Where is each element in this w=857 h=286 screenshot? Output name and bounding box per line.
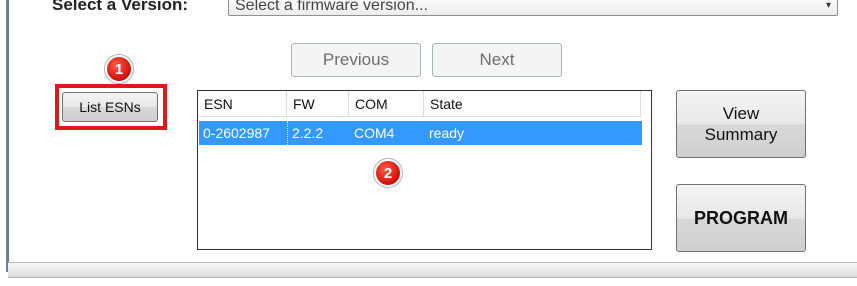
next-button[interactable]: Next <box>432 43 562 77</box>
firmware-version-select[interactable]: Select a firmware version... ▾ <box>228 0 838 16</box>
list-esns-button[interactable]: List ESNs <box>62 92 158 122</box>
cell-com: COM4 <box>354 125 395 141</box>
column-header-state[interactable]: State <box>424 91 641 117</box>
view-summary-line1: View <box>722 104 760 123</box>
cell-state: ready <box>429 125 465 141</box>
view-summary-button[interactable]: View Summary <box>676 90 806 158</box>
previous-button[interactable]: Previous <box>291 43 421 77</box>
version-row: Select a Version: Select a firmware vers… <box>30 0 850 18</box>
dropdown-arrow-icon[interactable]: ▾ <box>826 0 831 17</box>
list-header: ESN FW COM State <box>198 91 651 117</box>
view-summary-line2: Summary <box>704 125 778 144</box>
program-button[interactable]: PROGRAM <box>676 184 806 252</box>
column-header-esn[interactable]: ESN <box>198 91 287 117</box>
firmware-version-value: Select a firmware version... <box>235 0 428 14</box>
horizontal-scrollbar[interactable] <box>8 262 857 278</box>
list-row-selected[interactable]: 0-2602987 2.2.2 COM4 ready <box>199 121 642 145</box>
esn-list-view[interactable]: ESN FW COM State 0-2602987 2.2.2 COM4 re… <box>197 90 652 250</box>
step-badge-2: 2 <box>374 159 402 187</box>
window-left-border <box>6 0 9 272</box>
column-header-com[interactable]: COM <box>349 91 424 117</box>
column-header-fw[interactable]: FW <box>287 91 349 117</box>
step-badge-1: 1 <box>105 55 133 83</box>
version-label: Select a Version: <box>52 0 189 14</box>
cell-esn: 0-2602987 <box>199 121 288 145</box>
cell-fw: 2.2.2 <box>292 125 324 141</box>
